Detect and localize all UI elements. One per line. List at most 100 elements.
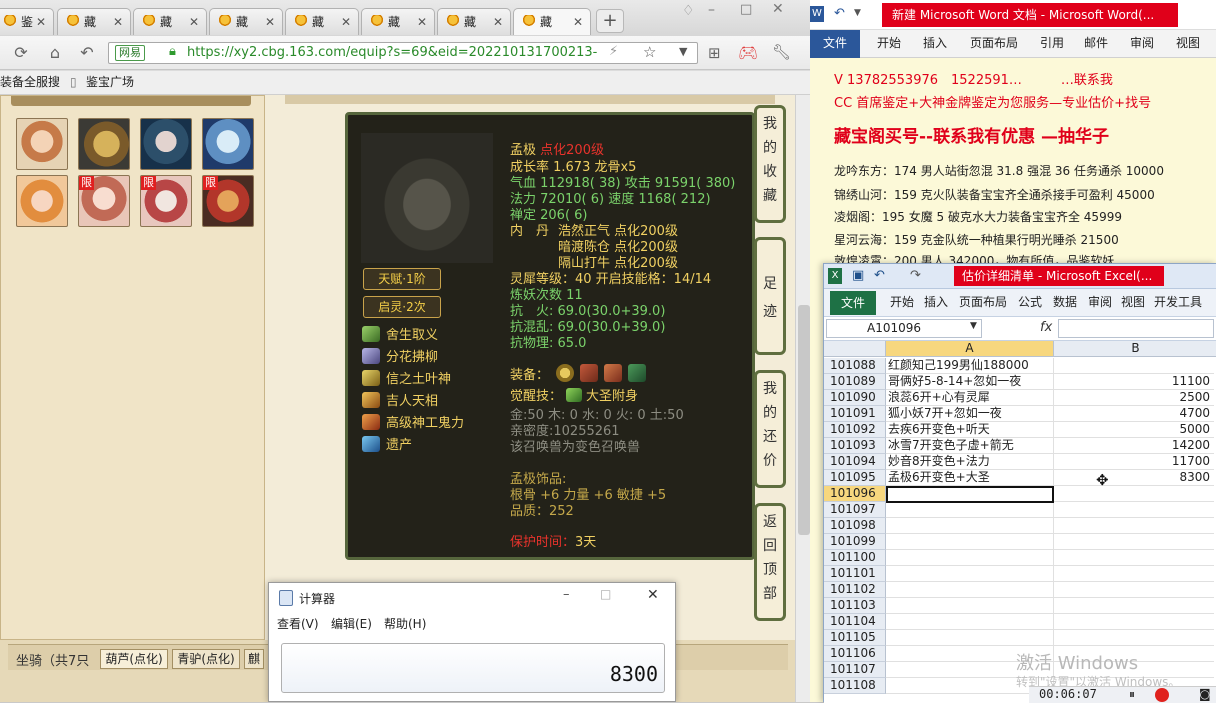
close-icon[interactable]: ✕ bbox=[341, 9, 351, 35]
cell-b[interactable] bbox=[1054, 518, 1214, 534]
back-icon[interactable]: ↶ bbox=[76, 43, 98, 63]
cell-b[interactable] bbox=[1054, 358, 1214, 374]
spreadsheet-grid[interactable]: A B 101088 红颜知己199男仙188000 101089 哥俩好5-8-14… bbox=[824, 341, 1216, 703]
bookmark-link[interactable]: 鉴宝广场 bbox=[86, 71, 134, 94]
row-header[interactable]: 101088 bbox=[824, 358, 886, 374]
home-icon[interactable]: ⌂ bbox=[44, 43, 66, 63]
close-icon[interactable]: ✕ bbox=[265, 9, 275, 35]
pet-avatar[interactable] bbox=[16, 175, 68, 227]
browser-tab[interactable]: 藏 ✕ bbox=[133, 8, 207, 35]
wrench-icon[interactable]: 🔧︎ bbox=[772, 43, 791, 61]
word-ribbon-tab[interactable]: 视图 bbox=[1176, 30, 1200, 57]
cell-b[interactable]: 11700 bbox=[1054, 454, 1214, 470]
browser-tab[interactable]: 藏 ✕ bbox=[209, 8, 283, 35]
cell-b[interactable]: 4700 bbox=[1054, 406, 1214, 422]
my-offers-button[interactable]: 我的还价 bbox=[754, 370, 786, 488]
dropdown-icon[interactable]: ▼ bbox=[970, 321, 977, 331]
cell-a[interactable]: 妙音8开变色+法力 bbox=[886, 454, 1054, 470]
cell-b[interactable] bbox=[1054, 550, 1214, 566]
fx-label[interactable]: fx bbox=[1040, 320, 1052, 335]
scroll-thumb[interactable] bbox=[798, 305, 810, 535]
word-file-tab[interactable]: 文件 bbox=[810, 30, 860, 58]
row-header[interactable]: 101099 bbox=[824, 534, 886, 550]
pet-avatar[interactable] bbox=[16, 118, 68, 170]
row-header[interactable]: 101100 bbox=[824, 550, 886, 566]
row-header[interactable]: 101106 bbox=[824, 646, 886, 662]
cell-b[interactable]: 14200 bbox=[1054, 438, 1214, 454]
name-box[interactable]: A101096 bbox=[826, 319, 982, 338]
footprint-button[interactable]: 足迹 bbox=[754, 237, 786, 355]
word-ribbon-tab[interactable]: 审阅 bbox=[1130, 30, 1154, 57]
row-header[interactable]: 101094 bbox=[824, 454, 886, 470]
excel-file-tab[interactable]: 文件 bbox=[830, 291, 876, 315]
pet-avatar[interactable]: 限 bbox=[140, 175, 192, 227]
close-icon[interactable]: ✕ bbox=[189, 9, 199, 35]
column-header-a[interactable]: A bbox=[886, 341, 1054, 357]
active-cell[interactable] bbox=[886, 486, 1054, 503]
save-icon[interactable]: ▣ bbox=[852, 268, 864, 283]
minimize-icon[interactable]: – bbox=[563, 587, 570, 602]
cell-b[interactable]: 2500 bbox=[1054, 390, 1214, 406]
cell-b[interactable]: 8300 bbox=[1054, 470, 1214, 486]
lightning-icon[interactable]: ⚡ bbox=[609, 44, 618, 59]
column-header-b[interactable]: B bbox=[1054, 341, 1216, 357]
cell-b[interactable]: 11100 bbox=[1054, 374, 1214, 390]
cell-a[interactable] bbox=[886, 566, 1054, 582]
cell-a[interactable]: 浪蕊6开+心有灵犀 bbox=[886, 390, 1054, 406]
close-window-icon[interactable]: ✕ bbox=[772, 1, 784, 17]
mount-tab[interactable]: 青驴(点化) bbox=[172, 649, 240, 669]
excel-ribbon-tab[interactable]: 视图 bbox=[1121, 289, 1145, 316]
row-header[interactable]: 101108 bbox=[824, 678, 886, 694]
cell-b[interactable] bbox=[1054, 630, 1214, 646]
menu-view[interactable]: 查看(V) bbox=[277, 615, 319, 632]
row-header[interactable]: 101091 bbox=[824, 406, 886, 422]
equip-icon[interactable] bbox=[628, 364, 646, 382]
cell-b[interactable] bbox=[1054, 502, 1214, 518]
equip-icon[interactable] bbox=[556, 364, 574, 382]
pet-avatar[interactable] bbox=[78, 118, 130, 170]
record-icon[interactable] bbox=[1155, 688, 1169, 702]
word-ribbon-tab[interactable]: 插入 bbox=[923, 30, 947, 57]
cell-b[interactable] bbox=[1054, 582, 1214, 598]
address-bar[interactable]: 网易 🔒︎ https://xy2.cbg.163.com/equip?s=69… bbox=[108, 42, 698, 64]
grid-icon[interactable]: ⊞ bbox=[708, 44, 721, 62]
excel-ribbon-tab[interactable]: 审阅 bbox=[1088, 289, 1112, 316]
close-icon[interactable]: ✕ bbox=[493, 9, 503, 35]
row-header[interactable]: 101096 bbox=[824, 486, 886, 502]
row-header[interactable]: 101093 bbox=[824, 438, 886, 454]
close-icon[interactable]: ✕ bbox=[113, 9, 123, 35]
select-all-corner[interactable] bbox=[824, 341, 886, 357]
star-icon[interactable]: ☆ bbox=[643, 43, 656, 61]
cell-a[interactable] bbox=[886, 550, 1054, 566]
cell-a[interactable] bbox=[886, 630, 1054, 646]
excel-ribbon-tab[interactable]: 公式 bbox=[1018, 289, 1042, 316]
cell-a[interactable]: 哥俩好5-8-14+忽如一夜 bbox=[886, 374, 1054, 390]
row-header[interactable]: 101092 bbox=[824, 422, 886, 438]
close-icon[interactable]: ✕ bbox=[573, 9, 583, 35]
row-header[interactable]: 101102 bbox=[824, 582, 886, 598]
close-icon[interactable]: ✕ bbox=[36, 9, 46, 35]
row-header[interactable]: 101103 bbox=[824, 598, 886, 614]
cell-a[interactable]: 狐小妖7开+忽如一夜 bbox=[886, 406, 1054, 422]
word-ribbon-tab[interactable]: 邮件 bbox=[1084, 30, 1108, 57]
row-header[interactable]: 101101 bbox=[824, 566, 886, 582]
cell-b[interactable] bbox=[1054, 486, 1214, 502]
minimize-icon[interactable]: – bbox=[708, 2, 715, 18]
shirt-icon[interactable]: ♢ bbox=[682, 3, 695, 19]
undo-icon[interactable]: ↶ bbox=[874, 268, 885, 283]
cell-a[interactable] bbox=[886, 534, 1054, 550]
camera-icon[interactable]: ◙ bbox=[1199, 687, 1211, 701]
equip-icon[interactable] bbox=[604, 364, 622, 382]
browser-tab[interactable]: 鉴 ✕ bbox=[0, 8, 54, 35]
my-favorites-button[interactable]: 我的收藏 bbox=[754, 105, 786, 223]
row-header[interactable]: 101090 bbox=[824, 390, 886, 406]
cell-a[interactable] bbox=[886, 614, 1054, 630]
cell-b[interactable] bbox=[1054, 566, 1214, 582]
cell-b[interactable] bbox=[1054, 534, 1214, 550]
cell-a[interactable]: 孟极6开变色+大圣 bbox=[886, 470, 1054, 486]
row-header[interactable]: 101107 bbox=[824, 662, 886, 678]
cell-a[interactable]: 去疾6开变色+听天 bbox=[886, 422, 1054, 438]
undo-icon[interactable]: ↶ bbox=[834, 6, 845, 21]
menu-help[interactable]: 帮助(H) bbox=[384, 615, 426, 632]
row-header[interactable]: 101089 bbox=[824, 374, 886, 390]
